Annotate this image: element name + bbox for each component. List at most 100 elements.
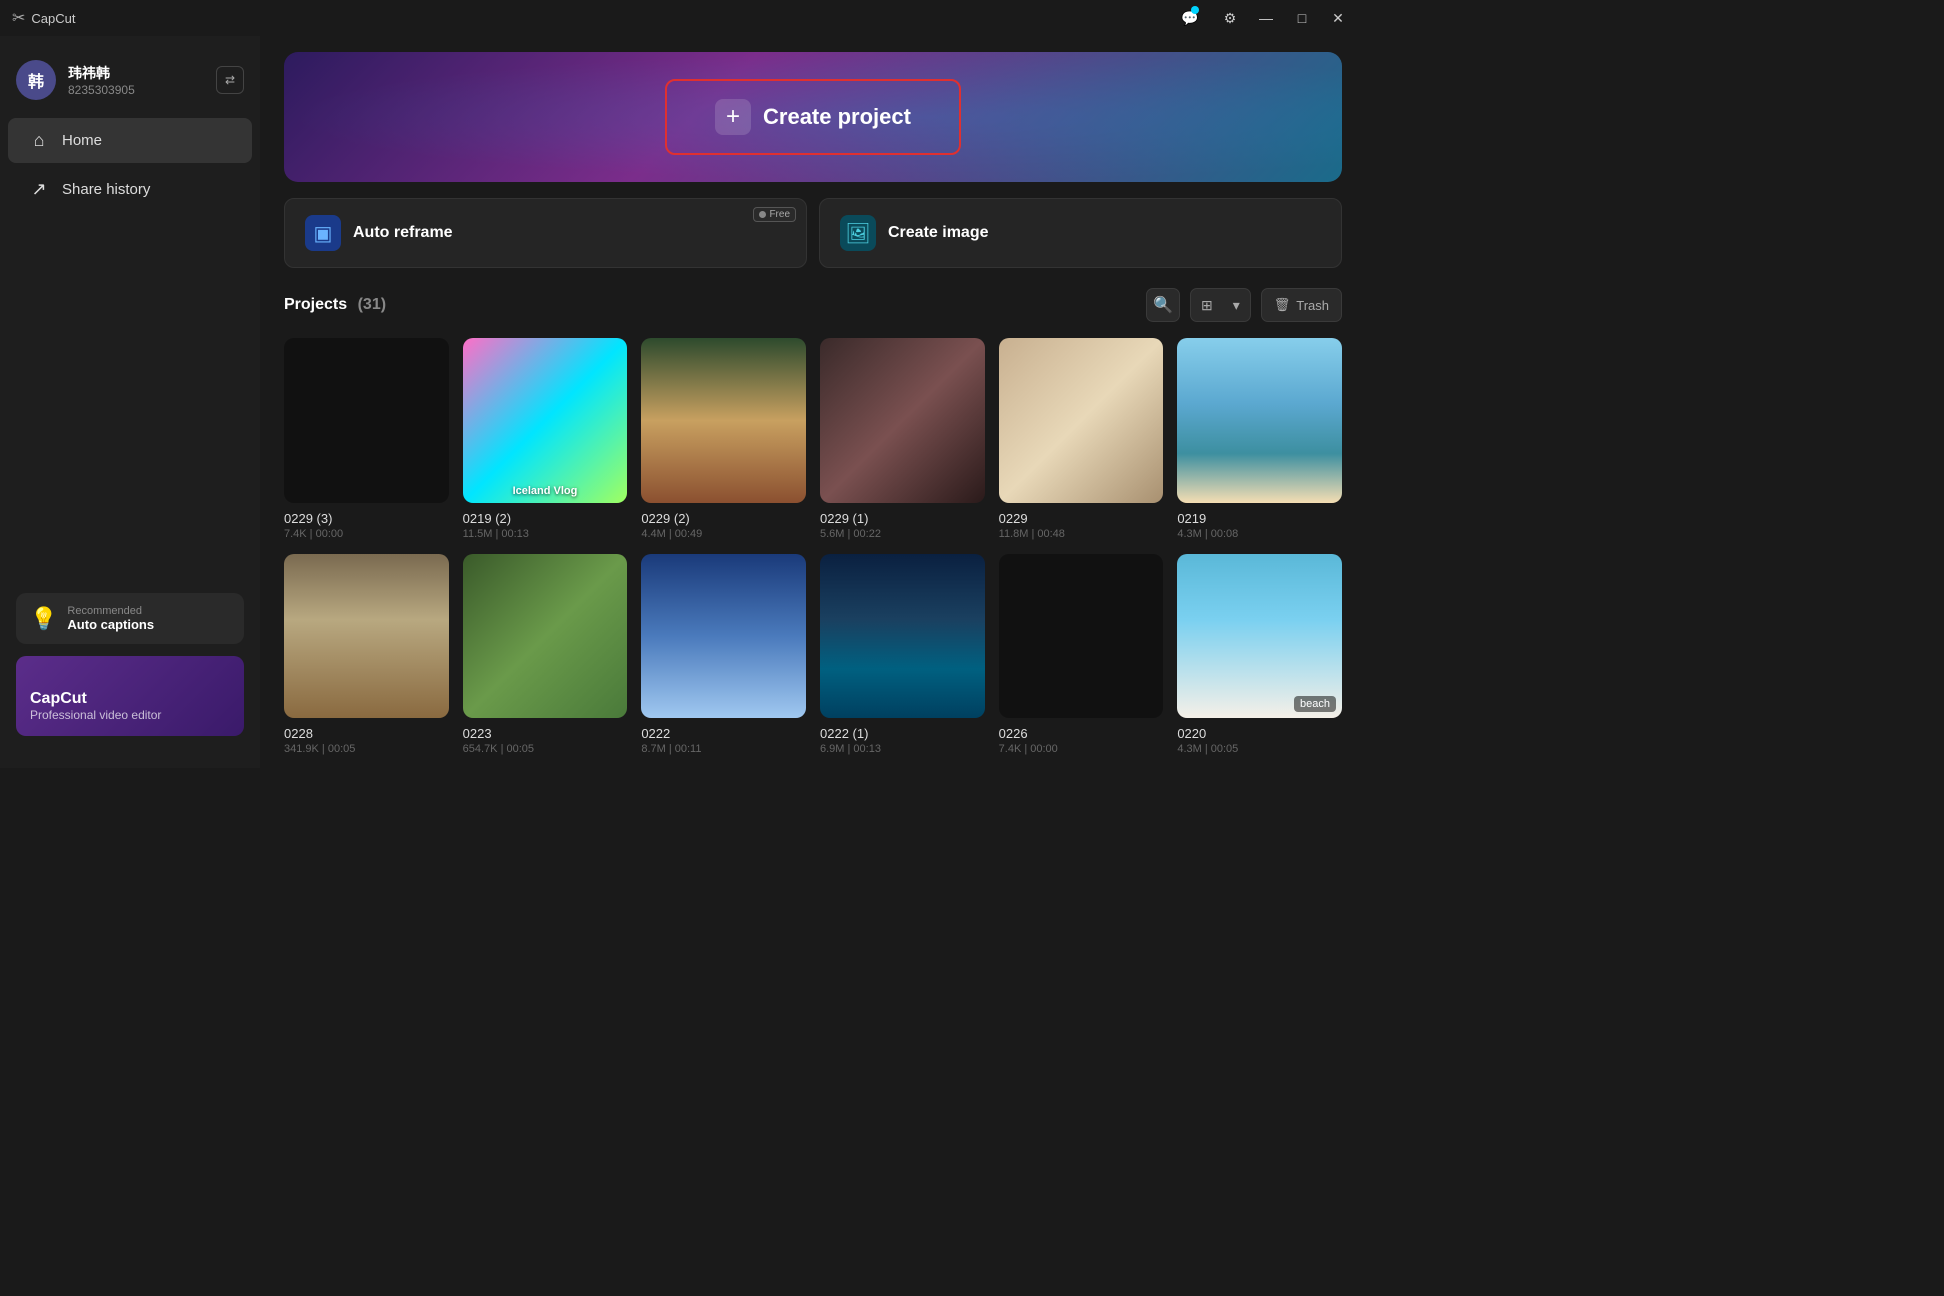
project-meta: 8.7M | 00:11	[641, 743, 806, 755]
auto-captions-label: Auto captions	[67, 617, 154, 632]
project-name: 0229 (3)	[284, 511, 449, 526]
quick-actions: ▣ Auto reframe Free 🖼 Create image	[284, 198, 1342, 268]
trash-icon: 🗑	[1274, 297, 1291, 313]
sidebar-item-share-history[interactable]: ↗ Share history	[8, 167, 252, 212]
promo-card[interactable]: CapCut Professional video editor	[16, 656, 244, 736]
gear-icon: ⚙	[1224, 10, 1237, 27]
minimize-icon: —	[1259, 10, 1273, 26]
user-info: 玮祎韩 8235303905	[68, 63, 204, 97]
project-name: 0229 (1)	[820, 511, 985, 526]
close-icon: ✕	[1332, 10, 1344, 27]
close-button[interactable]: ✕	[1322, 2, 1354, 34]
sidebar-item-home[interactable]: ⌂ Home	[8, 118, 252, 163]
project-thumb	[999, 554, 1164, 719]
project-name: 0219 (2)	[463, 511, 628, 526]
projects-header: Projects (31) 🔍 ⊞ ▾ 🗑 Trash	[284, 288, 1342, 322]
project-meta: 11.8M | 00:48	[999, 528, 1164, 540]
create-image-label: Create image	[888, 224, 989, 242]
project-item-0222-1[interactable]: 0222 (1) 6.9M | 00:13	[820, 554, 985, 756]
notification-dot	[1191, 6, 1199, 14]
project-name: 0229 (2)	[641, 511, 806, 526]
settings-button[interactable]: ⚙	[1214, 2, 1246, 34]
project-item-0222[interactable]: 0222 8.7M | 00:11	[641, 554, 806, 756]
recommended-label: Recommended	[67, 605, 154, 617]
share-icon: ↗	[28, 179, 50, 200]
projects-title: Projects (31)	[284, 296, 386, 314]
free-badge: Free	[753, 207, 796, 222]
create-image-icon: 🖼	[840, 215, 876, 251]
project-item-0229-3[interactable]: 0229 (3) 7.4K | 00:00	[284, 338, 449, 540]
auto-reframe-card[interactable]: ▣ Auto reframe Free	[284, 198, 807, 268]
auto-reframe-icon: ▣	[305, 215, 341, 251]
app-logo: ✂ CapCut	[12, 8, 75, 28]
project-item-0228[interactable]: 0228 341.9K | 00:05	[284, 554, 449, 756]
sidebar-item-share-history-label: Share history	[62, 181, 150, 198]
project-thumb	[1177, 338, 1342, 503]
titlebar: ✂ CapCut 💬 ⚙ — □ ✕	[0, 0, 1366, 36]
project-item-0219[interactable]: 0219 4.3M | 00:08	[1177, 338, 1342, 540]
project-meta: 7.4K | 00:00	[284, 528, 449, 540]
project-item-0229[interactable]: 0229 11.8M | 00:48	[999, 338, 1164, 540]
create-project-button[interactable]: + Create project	[665, 79, 961, 155]
recommended-text: Recommended Auto captions	[67, 605, 154, 632]
project-thumb: Iceland Vlog	[463, 338, 628, 503]
minimize-button[interactable]: —	[1250, 2, 1282, 34]
search-button[interactable]: 🔍	[1146, 288, 1180, 322]
auto-reframe-label: Auto reframe	[353, 224, 453, 242]
project-item-0223[interactable]: 0223 654.7K | 00:05	[463, 554, 628, 756]
grid-view-button[interactable]: ⊞	[1191, 289, 1223, 321]
project-name: 0220	[1177, 726, 1342, 741]
project-meta: 4.4M | 00:49	[641, 528, 806, 540]
sidebar-item-home-label: Home	[62, 132, 102, 149]
project-item-0229-1[interactable]: 0229 (1) 5.6M | 00:22	[820, 338, 985, 540]
plus-icon: +	[715, 99, 751, 135]
user-id: 8235303905	[68, 83, 204, 97]
badge-dot	[759, 211, 766, 218]
notifications-button[interactable]: 💬	[1178, 2, 1210, 34]
create-image-card[interactable]: 🖼 Create image	[819, 198, 1342, 268]
projects-grid: 0229 (3) 7.4K | 00:00 Iceland Vlog 0219 …	[284, 338, 1342, 768]
maximize-button[interactable]: □	[1286, 2, 1318, 34]
project-name: 0229	[999, 511, 1164, 526]
main-layout: 韩 玮祎韩 8235303905 ⇄ ⌂ Home ↗ Share histor…	[0, 36, 1366, 768]
lightbulb-icon: 💡	[30, 606, 57, 632]
project-thumb	[463, 554, 628, 719]
home-icon: ⌂	[28, 130, 50, 151]
project-meta: 4.3M | 00:05	[1177, 743, 1342, 755]
dropdown-view-button[interactable]: ▾	[1223, 289, 1250, 321]
project-item-0229-2[interactable]: 0229 (2) 4.4M | 00:49	[641, 338, 806, 540]
project-meta: 6.9M | 00:13	[820, 743, 985, 755]
project-meta: 341.9K | 00:05	[284, 743, 449, 755]
project-meta: 7.4K | 00:00	[999, 743, 1164, 755]
project-thumb	[999, 338, 1164, 503]
view-toggle: ⊞ ▾	[1190, 288, 1251, 322]
switch-account-button[interactable]: ⇄	[216, 66, 244, 94]
project-name: 0228	[284, 726, 449, 741]
project-thumb	[641, 338, 806, 503]
create-project-label: Create project	[763, 104, 911, 130]
project-meta: 654.7K | 00:05	[463, 743, 628, 755]
recommended-card[interactable]: 💡 Recommended Auto captions	[16, 593, 244, 644]
user-section: 韩 玮祎韩 8235303905 ⇄	[0, 52, 260, 116]
project-meta: 11.5M | 00:13	[463, 528, 628, 540]
project-thumb	[641, 554, 806, 719]
project-item-0220[interactable]: beach 0220 4.3M | 00:05	[1177, 554, 1342, 756]
project-name: 0222	[641, 726, 806, 741]
project-meta: 5.6M | 00:22	[820, 528, 985, 540]
project-thumb	[284, 554, 449, 719]
project-name: 0219	[1177, 511, 1342, 526]
user-name: 玮祎韩	[68, 63, 204, 83]
project-thumb	[820, 338, 985, 503]
promo-subtitle: Professional video editor	[30, 708, 230, 722]
trash-button[interactable]: 🗑 Trash	[1261, 288, 1342, 322]
avatar: 韩	[16, 60, 56, 100]
titlebar-left: ✂ CapCut	[12, 8, 75, 28]
trash-label: Trash	[1296, 298, 1329, 313]
project-item-0219-2[interactable]: Iceland Vlog 0219 (2) 11.5M | 00:13	[463, 338, 628, 540]
titlebar-controls: 💬 ⚙ — □ ✕	[1178, 2, 1354, 34]
project-name: 0222 (1)	[820, 726, 985, 741]
app-name: CapCut	[31, 11, 75, 26]
hero-banner: + Create project	[284, 52, 1342, 182]
project-item-0226[interactable]: 0226 7.4K | 00:00	[999, 554, 1164, 756]
project-thumb	[820, 554, 985, 719]
